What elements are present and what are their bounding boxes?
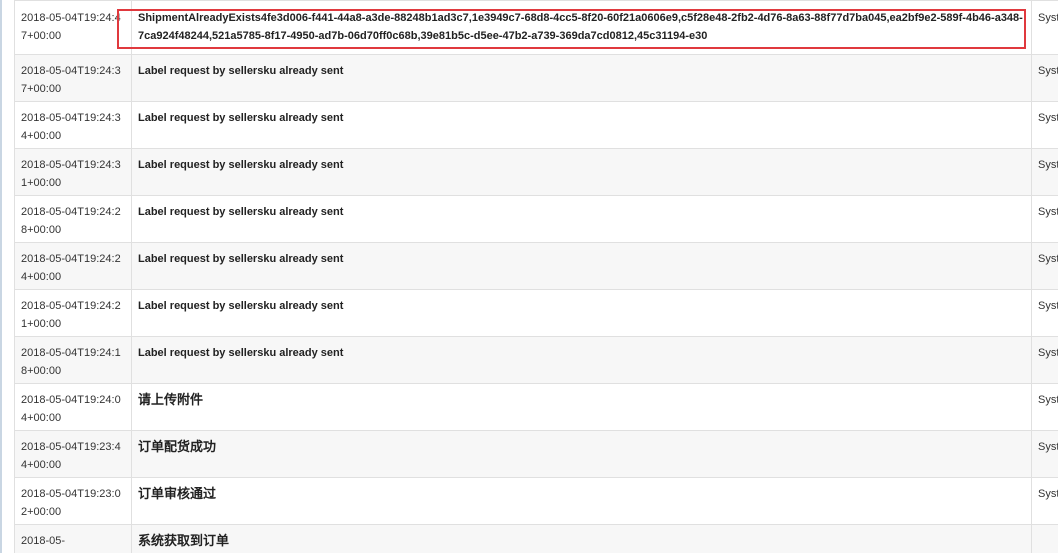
log-operator: Syste bbox=[1031, 289, 1058, 337]
log-time: 2018-05-04T19:23:44+00:00 bbox=[14, 430, 132, 478]
log-message: Label request by sellersku already sent bbox=[131, 148, 1032, 196]
log-operator: Syste bbox=[1031, 148, 1058, 196]
table-row: 2018-05-04T19:24:04+00:00 请上传附件 Syste bbox=[14, 383, 1058, 431]
log-message: 订单审核通过 bbox=[131, 477, 1032, 525]
log-message: Label request by sellersku already sent bbox=[131, 289, 1032, 337]
log-time: 2018-05-04T19:24:04+00:00 bbox=[14, 383, 132, 431]
log-operator: Syste bbox=[1031, 336, 1058, 384]
log-time: 2018-05-04T19:24:24+00:00 bbox=[14, 242, 132, 290]
table-row: 2018-05-04T19:24:28+00:00 Label request … bbox=[14, 195, 1058, 243]
log-time: 2018-05-04T19:24:21+00:00 bbox=[14, 289, 132, 337]
log-operator: Syste bbox=[1031, 195, 1058, 243]
log-message: Label request by sellersku already sent bbox=[131, 195, 1032, 243]
log-operator: Syste bbox=[1031, 0, 1058, 55]
table-row: 2018-05-04T19:24:47+00:00 ShipmentAlread… bbox=[14, 0, 1058, 55]
log-time: 2018-05-04T19:24:28+00:00 bbox=[14, 195, 132, 243]
table-row: 2018-05- 系统获取到订单 bbox=[14, 524, 1058, 553]
table-row: 2018-05-04T19:23:02+00:00 订单审核通过 Syste bbox=[14, 477, 1058, 525]
log-panel: 2018-05-04T19:24:47+00:00 ShipmentAlread… bbox=[0, 0, 1058, 553]
log-message: ShipmentAlreadyExists4fe3d006-f441-44a8-… bbox=[131, 0, 1032, 55]
log-time: 2018-05-04T19:24:37+00:00 bbox=[14, 54, 132, 102]
table-row: 2018-05-04T19:24:37+00:00 Label request … bbox=[14, 54, 1058, 102]
log-operator: Syste bbox=[1031, 101, 1058, 149]
order-log-table: 2018-05-04T19:24:47+00:00 ShipmentAlread… bbox=[14, 0, 1058, 553]
log-message: 请上传附件 bbox=[131, 383, 1032, 431]
log-message: 系统获取到订单 bbox=[131, 524, 1032, 553]
log-operator: Syste bbox=[1031, 477, 1058, 525]
log-operator bbox=[1031, 524, 1058, 553]
log-time: 2018-05- bbox=[14, 524, 132, 553]
log-operator: Syste bbox=[1031, 383, 1058, 431]
log-message: Label request by sellersku already sent bbox=[131, 336, 1032, 384]
log-message: Label request by sellersku already sent bbox=[131, 101, 1032, 149]
table-row: 2018-05-04T19:24:34+00:00 Label request … bbox=[14, 101, 1058, 149]
order-log-body: 2018-05-04T19:24:47+00:00 ShipmentAlread… bbox=[14, 0, 1058, 553]
log-message: Label request by sellersku already sent bbox=[131, 242, 1032, 290]
table-row: 2018-05-04T19:24:24+00:00 Label request … bbox=[14, 242, 1058, 290]
log-message: Label request by sellersku already sent bbox=[131, 54, 1032, 102]
log-operator: Syste bbox=[1031, 242, 1058, 290]
table-row: 2018-05-04T19:24:18+00:00 Label request … bbox=[14, 336, 1058, 384]
log-time: 2018-05-04T19:24:47+00:00 bbox=[14, 0, 132, 55]
log-time: 2018-05-04T19:23:02+00:00 bbox=[14, 477, 132, 525]
table-row: 2018-05-04T19:24:31+00:00 Label request … bbox=[14, 148, 1058, 196]
table-row: 2018-05-04T19:24:21+00:00 Label request … bbox=[14, 289, 1058, 337]
log-time: 2018-05-04T19:24:34+00:00 bbox=[14, 101, 132, 149]
log-operator: Syste bbox=[1031, 54, 1058, 102]
table-row: 2018-05-04T19:23:44+00:00 订单配货成功 Syste bbox=[14, 430, 1058, 478]
log-operator: Syste bbox=[1031, 430, 1058, 478]
log-message: 订单配货成功 bbox=[131, 430, 1032, 478]
log-time: 2018-05-04T19:24:18+00:00 bbox=[14, 336, 132, 384]
log-time: 2018-05-04T19:24:31+00:00 bbox=[14, 148, 132, 196]
